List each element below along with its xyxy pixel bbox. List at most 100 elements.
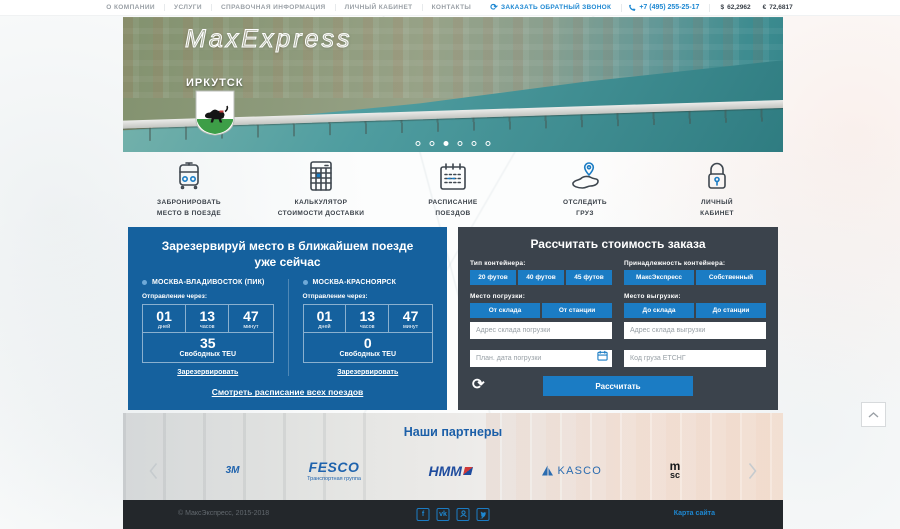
- loading-address-input[interactable]: [470, 322, 612, 339]
- service-label: КАЛЬКУЛЯТОРСТОИМОСТИ ДОСТАВКИ: [278, 197, 365, 219]
- departure-label: Отправление через:: [142, 293, 274, 300]
- reserve-link[interactable]: Зарезервировать: [142, 369, 274, 376]
- type-40ft-button[interactable]: 40 футов: [518, 270, 564, 285]
- calculator-panel: Рассчитать стоимость заказа Тип контейне…: [458, 227, 778, 410]
- usd-value: 62,2962: [727, 4, 751, 11]
- container-type-label: Тип контейнера:: [470, 260, 612, 267]
- vk-icon[interactable]: vk: [437, 508, 450, 521]
- date-field: [470, 347, 612, 367]
- eur-rate: € 72,6817: [763, 4, 793, 11]
- container-type-field: Тип контейнера: 20 футов 40 футов 45 фут…: [470, 260, 612, 285]
- lock-icon: [701, 160, 733, 192]
- partner-msc-logo[interactable]: m sc: [670, 462, 681, 479]
- ownership-label: Принадлежность контейнера:: [624, 260, 766, 267]
- unloading-place-field: Место выгрузки: До склада До станции: [624, 293, 766, 339]
- sitemap-link[interactable]: Карта сайта: [674, 510, 715, 517]
- partner-fesco-logo[interactable]: FESCO Транспортная группа: [307, 459, 361, 482]
- currency-rates: $ 62,2962 € 72,6817: [710, 4, 802, 11]
- nav-services[interactable]: УСЛУГИ: [165, 4, 212, 11]
- service-label: ОТСЛЕДИТЬГРУЗ: [563, 197, 607, 219]
- route-name: МОСКВА-КРАСНОЯРСК: [303, 279, 434, 286]
- slider-dot-5[interactable]: [472, 141, 477, 146]
- phone-icon: [628, 4, 636, 12]
- odnoklassniki-glyph: [459, 510, 467, 519]
- type-45ft-button[interactable]: 45 футов: [566, 270, 612, 285]
- partner-kasco-logo[interactable]: KASCO: [540, 465, 603, 477]
- service-personal-account[interactable]: ЛИЧНЫЙКАБИНЕТ: [651, 156, 783, 222]
- facebook-icon[interactable]: f: [417, 508, 430, 521]
- loading-date-input[interactable]: [470, 350, 612, 367]
- carousel-left-icon[interactable]: [149, 462, 158, 480]
- nav-contacts[interactable]: КОНТАКТЫ: [423, 4, 481, 11]
- hero-city-label: ИРКУТСК: [186, 77, 243, 89]
- bullet-icon: [142, 280, 147, 285]
- countdown-days: 01 дней: [304, 305, 347, 332]
- twitter-bird-glyph: [479, 511, 488, 519]
- slider-dots: [416, 141, 491, 146]
- service-label: ЛИЧНЫЙКАБИНЕТ: [700, 197, 734, 219]
- free-teu: 35 Свободных TEU: [143, 332, 273, 362]
- reserve-link[interactable]: Зарезервировать: [303, 369, 434, 376]
- callback-refresh-icon: ⟳: [490, 3, 498, 12]
- slider-dot-6[interactable]: [486, 141, 491, 146]
- partners-section: Наши партнеры 3M FESCO Транспортная груп…: [123, 413, 783, 500]
- maxexpress-logo: MaxExpress: [185, 25, 353, 54]
- to-station-button[interactable]: До станции: [696, 303, 766, 318]
- calculator-actions: ⟳ Рассчитать: [470, 376, 766, 396]
- nav-account[interactable]: ЛИЧНЫЙ КАБИНЕТ: [336, 4, 423, 11]
- eur-value: 72,6817: [769, 4, 793, 11]
- departure-label: Отправление через:: [303, 293, 434, 300]
- carousel-right-icon[interactable]: [748, 462, 757, 480]
- calculate-button[interactable]: Рассчитать: [543, 376, 693, 396]
- nav-about[interactable]: О КОМПАНИИ: [97, 4, 165, 11]
- to-warehouse-button[interactable]: До склада: [624, 303, 694, 318]
- loading-place-field: Место погрузки: От склада От станции: [470, 293, 612, 339]
- calculator-title: Рассчитать стоимость заказа: [470, 237, 766, 251]
- date-picker-icon[interactable]: [597, 350, 608, 361]
- phone-link[interactable]: +7 (495) 255-25-17: [621, 4, 710, 12]
- callback-button[interactable]: ⟳ ЗАКАЗАТЬ ОБРАТНЫЙ ЗВОНОК: [480, 3, 621, 12]
- eur-symbol: €: [763, 4, 767, 11]
- countdown-hours: 13 часов: [186, 305, 229, 332]
- ownership-maxexpress-button[interactable]: МаксЭкспресс: [624, 270, 694, 285]
- slider-dot-1[interactable]: [416, 141, 421, 146]
- footer: © МаксЭкспресс, 2015-2018 f vk Карта сай…: [123, 500, 783, 529]
- slider-dot-3-active[interactable]: [444, 141, 449, 146]
- services-row: ЗАБРОНИРОВАТЬМЕСТО В ПОЕЗДЕ КАЛЬКУЛЯТОРС…: [123, 156, 783, 222]
- map-pin-icon: [569, 160, 601, 192]
- route-name: МОСКВА-ВЛАДИВОСТОК (ПИК): [142, 279, 274, 286]
- nav-reference[interactable]: СПРАВОЧНАЯ ИНФОРМАЦИЯ: [212, 4, 336, 11]
- from-warehouse-button[interactable]: От склада: [470, 303, 540, 318]
- usd-rate: $ 62,2962: [720, 4, 750, 11]
- partner-hmm-logo[interactable]: HMM: [429, 463, 472, 479]
- bullet-icon: [303, 280, 308, 285]
- reset-icon[interactable]: ⟳: [472, 377, 485, 392]
- slider-dot-2[interactable]: [430, 141, 435, 146]
- service-label: РАСПИСАНИЕПОЕЗДОВ: [428, 197, 477, 219]
- ownership-field: Принадлежность контейнера: МаксЭкспресс …: [624, 260, 766, 285]
- full-schedule-link[interactable]: Смотреть расписание всех поездов: [128, 387, 447, 397]
- calculator-icon: [305, 160, 337, 192]
- service-book-train[interactable]: ЗАБРОНИРОВАТЬМЕСТО В ПОЕЗДЕ: [123, 156, 255, 222]
- chevron-up-icon: [868, 412, 879, 418]
- scroll-to-top-button[interactable]: [861, 402, 886, 427]
- service-cost-calculator[interactable]: КАЛЬКУЛЯТОРСТОИМОСТИ ДОСТАВКИ: [255, 156, 387, 222]
- train-moscow-krasnoyarsk: МОСКВА-КРАСНОЯРСК Отправление через: 01 …: [288, 279, 448, 376]
- topbar: О КОМПАНИИ УСЛУГИ СПРАВОЧНАЯ ИНФОРМАЦИЯ …: [0, 0, 900, 16]
- partner-3m-logo[interactable]: 3M: [226, 465, 240, 476]
- service-track-cargo[interactable]: ОТСЛЕДИТЬГРУЗ: [519, 156, 651, 222]
- callback-label: ЗАКАЗАТЬ ОБРАТНЫЙ ЗВОНОК: [501, 4, 611, 11]
- free-teu: 0 Свободных TEU: [304, 332, 432, 362]
- slider-dot-4[interactable]: [458, 141, 463, 146]
- countdown-minutes: 47 минут: [229, 305, 272, 332]
- type-20ft-button[interactable]: 20 футов: [470, 270, 516, 285]
- odnoklassniki-icon[interactable]: [457, 508, 470, 521]
- from-station-button[interactable]: От станции: [542, 303, 612, 318]
- trains-row: МОСКВА-ВЛАДИВОСТОК (ПИК) Отправление чер…: [128, 279, 447, 376]
- service-train-schedule[interactable]: РАСПИСАНИЕПОЕЗДОВ: [387, 156, 519, 222]
- ownership-own-button[interactable]: Собственный: [696, 270, 766, 285]
- train-moscow-vladivostok: МОСКВА-ВЛАДИВОСТОК (ПИК) Отправление чер…: [128, 279, 288, 376]
- twitter-icon[interactable]: [477, 508, 490, 521]
- cargo-code-input[interactable]: [624, 350, 766, 367]
- unloading-address-input[interactable]: [624, 322, 766, 339]
